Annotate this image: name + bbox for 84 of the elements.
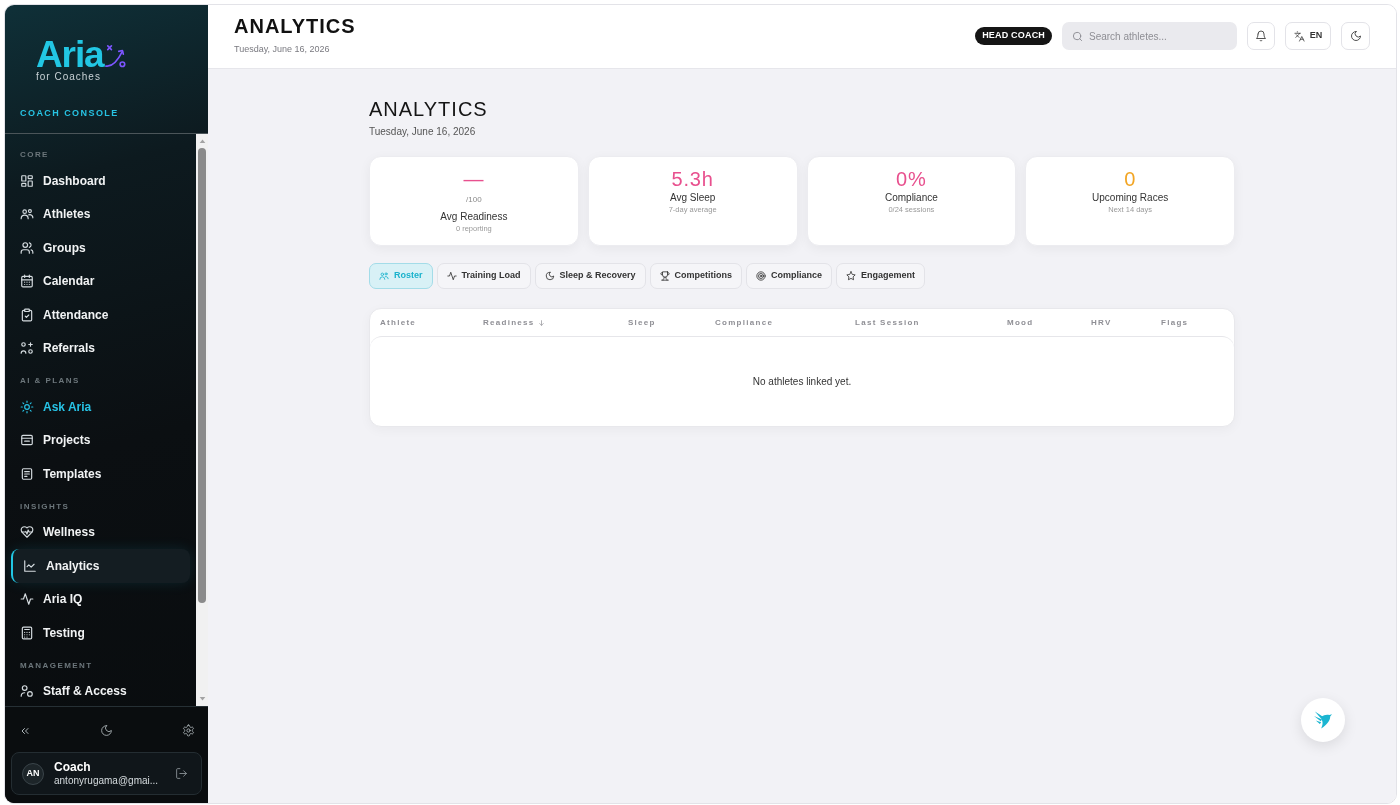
logo-text: Aria xyxy=(36,36,104,73)
section-label: CORE xyxy=(20,149,49,161)
tab[interactable]: Competitions xyxy=(649,263,743,289)
sort-arrow-icon xyxy=(537,318,545,327)
user-email: antonyrugama@gmai... xyxy=(54,774,159,787)
layout-grid-icon xyxy=(20,173,34,188)
stat-label: Compliance xyxy=(884,191,938,205)
nav-item[interactable]: Projects xyxy=(11,423,190,457)
language-button[interactable]: EN xyxy=(1285,22,1331,50)
page-title: ANALYTICS xyxy=(234,14,356,38)
settings-button[interactable] xyxy=(181,723,195,738)
section-label: AI & PLANS xyxy=(20,375,80,387)
theme-toggle-button[interactable] xyxy=(99,723,114,738)
person-ring-icon xyxy=(20,684,34,699)
console-label: COACH CONSOLE xyxy=(20,107,119,119)
user-name: Coach xyxy=(54,760,91,774)
stat-value: 0 xyxy=(1124,167,1137,191)
stat-unit: /100 xyxy=(466,194,482,206)
nav-item[interactable]: Groups xyxy=(11,231,190,265)
pulse-line-icon xyxy=(446,271,457,281)
tab[interactable]: Sleep & Recovery xyxy=(534,263,646,289)
logo-tagline: for Coaches xyxy=(36,71,101,83)
search-icon xyxy=(1072,30,1083,42)
logout-button[interactable] xyxy=(174,766,188,781)
scroll-up-arrow-icon xyxy=(198,138,206,144)
search-field[interactable]: Search athletes... xyxy=(1062,22,1237,50)
tab[interactable]: Compliance xyxy=(746,263,833,289)
nav-item[interactable]: Calendar xyxy=(11,264,190,298)
scroll-down-arrow-icon xyxy=(198,696,206,702)
moon-icon xyxy=(544,271,555,281)
bird-icon xyxy=(1314,710,1332,730)
moon-icon xyxy=(100,724,113,737)
stat-label: Avg Readiness xyxy=(440,210,508,224)
nav-item[interactable]: Referrals xyxy=(11,331,190,365)
scrollbar-thumb[interactable] xyxy=(198,148,206,603)
notifications-button[interactable] xyxy=(1247,22,1275,50)
nav-item[interactable]: Dashboard xyxy=(11,164,190,198)
nav-item[interactable]: Aria IQ xyxy=(11,582,190,616)
line-chart-icon xyxy=(23,558,37,573)
nav-item[interactable]: Athletes xyxy=(11,197,190,231)
settings-icon xyxy=(181,724,195,737)
logout-icon xyxy=(174,767,188,780)
heart-pulse-icon xyxy=(20,525,34,540)
section-label: MANAGEMENT xyxy=(20,659,93,672)
calculator-icon xyxy=(20,625,34,640)
people-icon xyxy=(20,207,34,222)
page-date: Tuesday, June 16, 2026 xyxy=(234,43,330,55)
stat-value: — xyxy=(463,167,485,191)
nav-item[interactable]: Analytics xyxy=(11,549,190,583)
moon-icon xyxy=(1349,30,1362,42)
stat-value: 5.3h xyxy=(671,167,714,191)
group-icon xyxy=(20,240,34,255)
stat-label: Avg Sleep xyxy=(669,191,716,205)
people-icon xyxy=(379,271,389,281)
role-badge: HEAD COACH xyxy=(975,27,1052,45)
empty-message: No athletes linked yet. xyxy=(752,375,852,389)
nav-item[interactable]: Templates xyxy=(11,457,190,491)
star-icon xyxy=(846,271,857,281)
trophy-icon xyxy=(659,271,670,281)
nav-item[interactable]: Attendance xyxy=(11,298,190,332)
stat-value: 0% xyxy=(896,167,927,191)
nav-item[interactable]: Ask Aria xyxy=(11,390,190,424)
section-label: INSIGHTS xyxy=(20,500,70,513)
nav-item[interactable]: Testing xyxy=(11,616,190,650)
translate-icon xyxy=(1293,30,1305,42)
tab[interactable]: Training Load xyxy=(436,263,531,289)
document-icon xyxy=(20,466,34,481)
folder-icon xyxy=(20,433,34,448)
calendar-icon xyxy=(20,274,34,289)
clipboard-check-icon xyxy=(20,307,34,322)
section-title: ANALYTICS xyxy=(369,97,488,122)
avatar-initials: AN xyxy=(22,762,44,785)
target-icon xyxy=(756,271,767,281)
pulse-line-icon xyxy=(20,592,34,607)
section-date: Tuesday, June 16, 2026 xyxy=(369,125,476,139)
tab[interactable]: Engagement xyxy=(836,263,926,289)
people-plus-icon xyxy=(20,341,34,356)
bell-icon xyxy=(1255,30,1267,42)
theme-toggle-button[interactable] xyxy=(1341,22,1370,50)
nav-item[interactable]: Wellness xyxy=(11,515,190,549)
nav-item[interactable]: Staff & Access xyxy=(11,674,190,706)
sun-icon xyxy=(20,399,34,414)
stat-label: Upcoming Races xyxy=(1092,191,1169,205)
play-diagram-icon xyxy=(104,42,127,70)
